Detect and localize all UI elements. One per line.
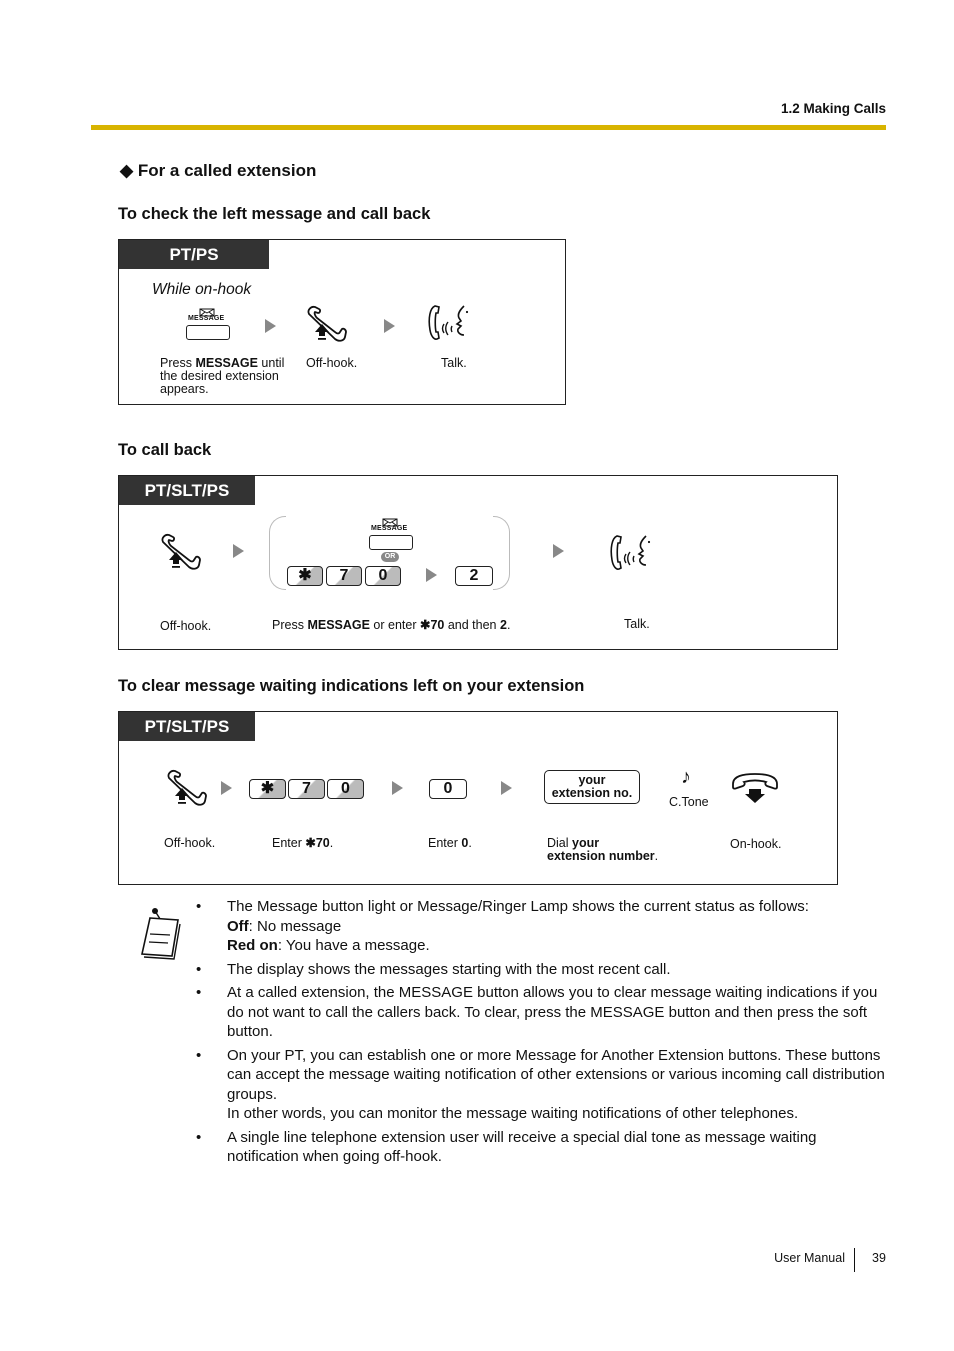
key-2[interactable]: 2	[455, 566, 493, 586]
key-0[interactable]: 0	[429, 779, 467, 799]
terminal-tag: PT/PS	[119, 240, 269, 269]
note-item: • On your PT, you can establish one or m…	[196, 1046, 885, 1123]
group-bracket-right	[493, 516, 510, 590]
step-arrow-icon	[384, 319, 395, 333]
page-heading-text: For a called extension	[137, 161, 317, 180]
note-pad-icon	[141, 908, 181, 960]
terminal-tag: PT/SLT/PS	[119, 476, 255, 505]
step-caption-talk: Talk.	[624, 617, 650, 631]
step-arrow-icon	[426, 568, 437, 582]
terminal-tag: PT/SLT/PS	[119, 712, 255, 741]
step-arrow-icon	[392, 781, 403, 795]
step-arrow-icon	[553, 544, 564, 558]
step-caption-dial-extension: Dial your extension number.	[547, 836, 659, 863]
step-caption-off-hook: Off-hook.	[160, 619, 212, 633]
message-button-label: MESSAGE	[188, 315, 225, 322]
group-bracket-left	[269, 516, 286, 590]
procedure-title: To clear message waiting indications lef…	[118, 677, 585, 695]
off-hook-icon	[307, 305, 347, 342]
step-caption-press-message: Press MESSAGE until the desired extensio…	[160, 356, 285, 396]
section-reference: 1.2 Making Calls	[780, 101, 886, 116]
footer-divider	[854, 1248, 855, 1272]
procedure-title: To check the left message and call back	[118, 205, 431, 223]
step-arrow-icon	[233, 544, 244, 558]
step-caption-off-hook: Off-hook.	[306, 356, 358, 370]
or-badge: OR	[381, 552, 399, 562]
page-heading: ◆ For a called extension	[120, 161, 316, 181]
step-arrow-icon	[221, 781, 232, 795]
condition-label: While on-hook	[152, 281, 252, 298]
page-number: 39	[872, 1251, 886, 1265]
step-caption-on-hook: On-hook.	[730, 837, 782, 851]
notes-list: • The Message button light or Message/Ri…	[196, 897, 886, 1171]
step-caption-press-message-or-enter: Press MESSAGE or enter ✱70 and then 2.	[272, 618, 511, 632]
music-note-icon: ♪	[681, 766, 691, 788]
message-button-label: MESSAGE	[371, 525, 408, 532]
on-hook-icon	[732, 773, 778, 804]
step-caption-off-hook: Off-hook.	[164, 836, 216, 850]
note-item: • The display shows the messages startin…	[196, 960, 671, 978]
footer-label: User Manual	[774, 1251, 845, 1265]
procedure-title: To call back	[118, 441, 212, 459]
note-item: • The Message button light or Message/Ri…	[196, 898, 809, 954]
procedure-box-check-message: PT/PS While on-hook MESSAGE Press MESSAG…	[118, 239, 566, 405]
key-star[interactable]: ✱	[249, 779, 286, 799]
message-button-icon[interactable]	[186, 325, 230, 340]
note-item: • A single line telephone extension user…	[196, 1128, 817, 1166]
key-7[interactable]: 7	[326, 566, 362, 586]
key-star[interactable]: ✱	[287, 566, 323, 586]
procedure-box-call-back: PT/SLT/PS MESSAGE OR ✱ 7 0 2 Off-hook. P…	[118, 475, 838, 650]
procedure-box-clear-message: PT/SLT/PS ✱ 7 0 0 your extension no. ♪ C…	[118, 711, 838, 885]
key-0[interactable]: 0	[365, 566, 401, 586]
step-caption-enter-0: Enter 0.	[428, 836, 472, 850]
step-caption-enter-star70: Enter ✱70.	[272, 836, 334, 850]
off-hook-icon	[161, 533, 201, 570]
talk-icon	[610, 535, 651, 570]
message-button-icon[interactable]	[369, 535, 413, 550]
step-arrow-icon	[501, 781, 512, 795]
confirmation-tone-label: C.Tone	[669, 795, 709, 809]
note-item: • At a called extension, the MESSAGE but…	[196, 984, 878, 1040]
your-extension-number-key[interactable]: your extension no.	[544, 770, 640, 804]
off-hook-icon	[167, 769, 207, 806]
diamond-bullet: ◆	[120, 161, 134, 180]
key-7[interactable]: 7	[288, 779, 325, 799]
key-0[interactable]: 0	[327, 779, 364, 799]
step-arrow-icon	[265, 319, 276, 333]
talk-icon	[428, 305, 469, 340]
header-rule	[91, 125, 886, 130]
step-caption-talk: Talk.	[441, 356, 467, 370]
